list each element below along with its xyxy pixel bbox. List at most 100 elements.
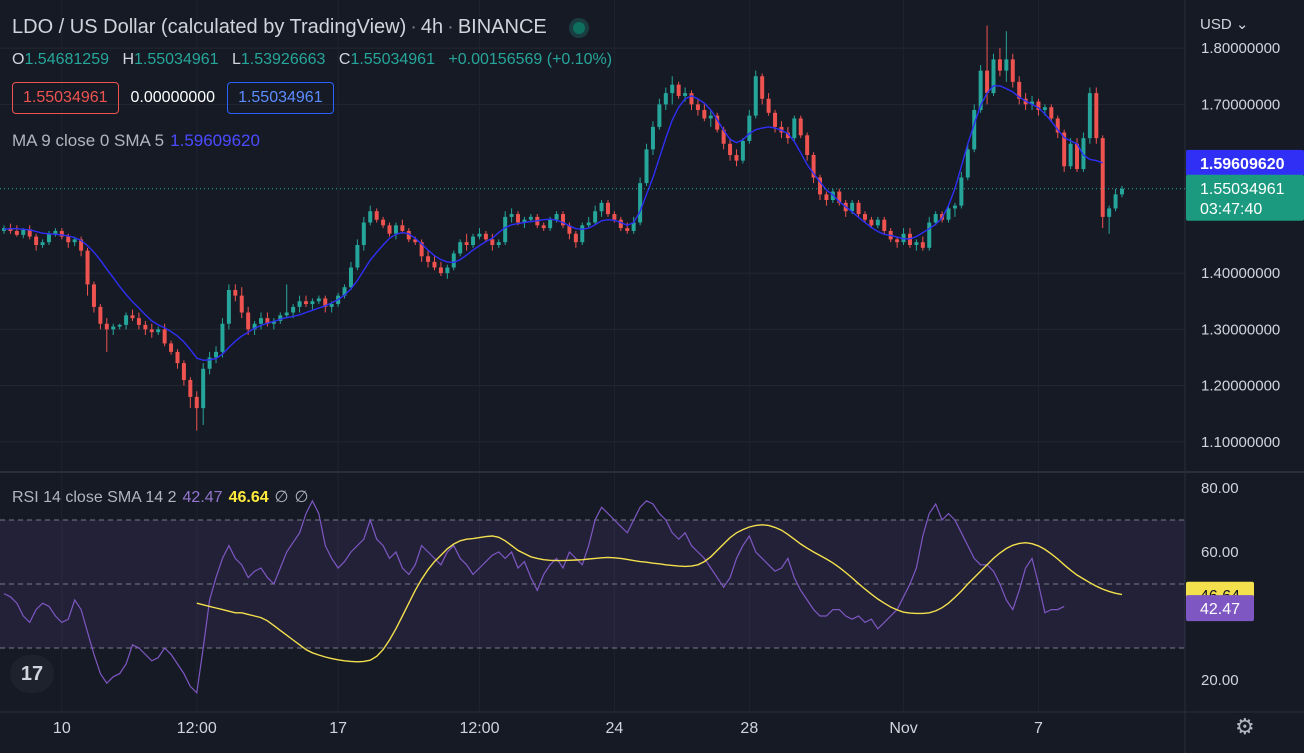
candle-down [985, 70, 990, 94]
candle-up [952, 205, 957, 209]
candle-up [46, 233, 51, 243]
time-axis-tick-label: 10 [53, 720, 71, 737]
gear-icon[interactable]: ⚙ [1235, 714, 1255, 740]
candle-up [670, 84, 675, 94]
candle-up [53, 230, 58, 234]
candle-down [246, 312, 251, 330]
candle-up [361, 222, 366, 245]
rsi-legend-value: 42.47 [182, 489, 223, 506]
tradingview-logo-icon[interactable]: 17 [10, 655, 54, 693]
rsi-axis-tick-label: 60.00 [1201, 544, 1239, 561]
exchange-label: BINANCE [457, 16, 547, 38]
price-axis-tick-label: 1.70000000 [1201, 96, 1280, 113]
candle-down [381, 219, 386, 226]
candle-up [471, 236, 476, 245]
candle-up [117, 324, 122, 327]
candle-up [528, 216, 533, 220]
candle-down [464, 242, 469, 245]
candle-down [175, 351, 180, 364]
rsi-legend[interactable]: RSI 14 close SMA 14 2 42.47 46.64 ∅ ∅ [12, 487, 309, 507]
candle-down [162, 329, 167, 344]
candle-up [124, 315, 129, 325]
candle-up [933, 214, 938, 223]
candle-down [612, 214, 617, 220]
ma-legend-label: MA 9 close 0 SMA 5 [12, 131, 165, 150]
candle-up [355, 245, 360, 268]
candle-down [181, 363, 186, 380]
candle-up [554, 214, 559, 220]
symbol-title[interactable]: LDO / US Dollar (calculated by TradingVi… [12, 16, 585, 39]
currency-selector[interactable]: USD ⌄ [1200, 15, 1248, 33]
candle-down [618, 219, 623, 229]
candle-down [676, 84, 681, 96]
rsi-sma-legend-value: 46.64 [228, 489, 269, 506]
candle-down [34, 236, 39, 245]
sell-button[interactable]: 1.55034961 [12, 82, 119, 114]
time-axis-tick-label: 28 [740, 720, 758, 737]
rsi-legend-label: RSI 14 close SMA 14 2 [12, 489, 177, 506]
candle-down [605, 202, 610, 215]
price-axis-tick-label: 1.40000000 [1201, 265, 1280, 282]
candle-up [348, 267, 353, 288]
time-axis-tick-label: 12:00 [459, 720, 499, 737]
candle-down [438, 267, 443, 274]
candle-up [740, 140, 745, 161]
candle-up [329, 304, 334, 307]
candle-up [593, 211, 598, 223]
candle-up [586, 222, 591, 226]
candle-up [458, 242, 463, 254]
candle-down [541, 225, 546, 229]
candle-down [773, 112, 778, 127]
candle-up [548, 219, 553, 229]
candle-down [85, 250, 90, 285]
currency-label: USD [1200, 16, 1232, 33]
candle-down [400, 225, 405, 231]
candle-up [747, 115, 752, 141]
candle-up [509, 214, 514, 217]
candle-up [368, 211, 373, 223]
open-value: 1.54681259 [24, 51, 109, 68]
candle-up [72, 239, 77, 243]
candle-down [432, 261, 437, 268]
candle-down [920, 242, 925, 248]
close-value: 1.55034961 [350, 51, 435, 68]
candle-up [316, 298, 321, 302]
open-key: O [12, 51, 25, 68]
ma-legend[interactable]: MA 9 close 0 SMA 5 1.59609620 [12, 131, 260, 151]
candle-up [792, 118, 797, 139]
candle-down [98, 306, 103, 324]
candle-down [387, 225, 392, 234]
candle-up [708, 115, 713, 119]
candle-up [753, 76, 758, 116]
interval-label[interactable]: 4h [421, 16, 443, 38]
candle-up [1113, 194, 1118, 209]
candle-up [111, 326, 116, 330]
candle-down [805, 135, 810, 155]
time-axis-tick-label: 24 [606, 720, 624, 737]
symbol-name: LDO / US Dollar (calculated by TradingVi… [12, 16, 407, 38]
candle-down [695, 104, 700, 110]
rsi-na-value-2: ∅ [294, 489, 309, 506]
low-key: L [231, 51, 241, 68]
candle-down [1094, 93, 1099, 139]
candle-up [445, 267, 450, 274]
candle-up [310, 301, 315, 305]
candle-up [214, 351, 219, 358]
candle-down [1010, 59, 1015, 82]
candle-up [496, 242, 501, 245]
ohlc-legend: O1.54681259 H1.55034961 L1.53926663 C1.5… [12, 51, 621, 69]
price-axis-tick-label: 1.10000000 [1201, 434, 1280, 451]
rsi-band-fill [0, 520, 1185, 648]
candle-up [259, 318, 264, 324]
candle-up [946, 208, 951, 220]
chevron-down-icon: ⌄ [1235, 16, 1249, 33]
candle-down [798, 118, 803, 136]
buy-button[interactable]: 1.55034961 [227, 82, 334, 114]
candle-down [483, 233, 488, 240]
candle-up [1042, 107, 1047, 110]
candle-down [689, 93, 694, 105]
change-value: +0.00156569 (+0.10%) [448, 51, 613, 68]
candle-up [1120, 188, 1124, 195]
candle-up [1004, 59, 1009, 71]
candle-down [104, 323, 109, 330]
